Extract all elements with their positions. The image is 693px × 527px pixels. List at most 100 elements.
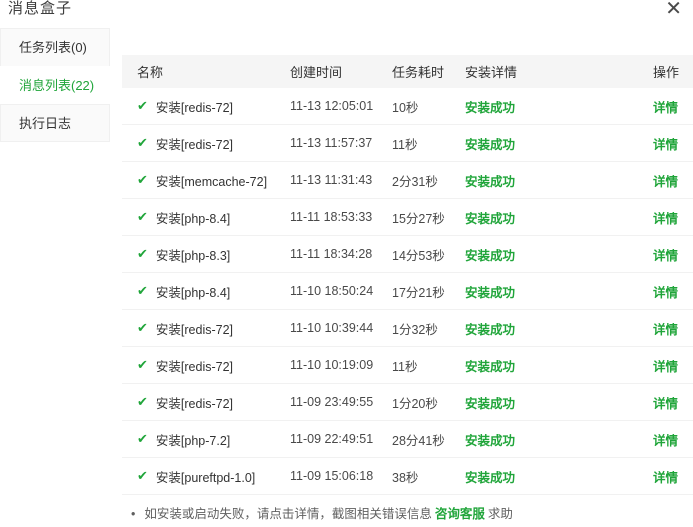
- success-check-icon: ✔: [137, 320, 148, 335]
- success-check-icon: ✔: [137, 357, 148, 372]
- detail-link[interactable]: 详情: [653, 249, 678, 263]
- task-name: 安装[php-7.2]: [155, 433, 231, 448]
- task-name: 安装[redis-72]: [155, 100, 234, 115]
- task-duration: 38秒: [392, 470, 419, 485]
- close-icon[interactable]: ✕: [665, 0, 682, 19]
- created-time: 11-09 23:49:55: [290, 395, 374, 409]
- table-row: ✔ 安装[redis-72] 11-09 23:49:55 1分20秒 安装成功 详情: [122, 384, 693, 421]
- success-check-icon: ✔: [137, 394, 148, 409]
- column-header-created: 创建时间: [290, 65, 343, 80]
- install-status: 安装成功: [465, 174, 516, 189]
- task-duration: 17分21秒: [392, 285, 445, 300]
- sidebar: 任务列表(0) 消息列表(22) 执行日志: [0, 28, 110, 142]
- install-status: 安装成功: [465, 137, 516, 152]
- created-time: 11-09 22:49:51: [290, 432, 374, 446]
- success-check-icon: ✔: [137, 209, 148, 224]
- table-body: ✔ 安装[redis-72] 11-13 12:05:01 10秒 安装成功 详情 ✔ 安装[…: [122, 88, 693, 495]
- action-cell: 详情: [653, 208, 693, 227]
- task-duration: 15分27秒: [392, 211, 445, 226]
- install-status: 安装成功: [465, 285, 516, 300]
- detail-link[interactable]: 详情: [653, 212, 678, 226]
- column-header-action: 操作: [653, 65, 680, 80]
- sidebar-item-message-list[interactable]: 消息列表(22): [0, 66, 110, 104]
- task-duration: 2分31秒: [392, 174, 438, 189]
- action-cell: 详情: [653, 467, 693, 486]
- task-name: 安装[redis-72]: [155, 322, 234, 337]
- install-status: 安装成功: [465, 248, 516, 263]
- table-row: ✔ 安装[pureftpd-1.0] 11-09 15:06:18 38秒 安装成功 详情: [122, 458, 693, 495]
- task-duration: 28分41秒: [392, 433, 445, 448]
- sidebar-item-exec-log[interactable]: 执行日志: [0, 104, 110, 142]
- detail-link[interactable]: 详情: [653, 138, 678, 152]
- column-header-status: 安装详情: [465, 65, 518, 80]
- action-cell: 详情: [653, 356, 693, 375]
- install-status: 安装成功: [465, 100, 516, 115]
- table-row: ✔ 安装[php-8.4] 11-11 18:53:33 15分27秒 安装成功 详情: [122, 199, 693, 236]
- action-cell: 详情: [653, 171, 693, 190]
- table-header: 名称 创建时间 任务耗时 安装详情 操作: [122, 55, 693, 88]
- task-name-cell: ✔ 安装[redis-72]: [137, 393, 290, 412]
- created-time: 11-10 18:50:24: [290, 284, 374, 298]
- detail-link[interactable]: 详情: [653, 175, 678, 189]
- install-status: 安装成功: [465, 322, 516, 337]
- task-name-cell: ✔ 安装[php-7.2]: [137, 430, 290, 449]
- task-name-cell: ✔ 安装[redis-72]: [137, 97, 290, 116]
- install-status: 安装成功: [465, 396, 516, 411]
- detail-link[interactable]: 详情: [653, 101, 678, 115]
- created-time: 11-13 11:57:37: [290, 136, 373, 150]
- task-duration: 14分53秒: [392, 248, 445, 263]
- dialog-title: 消息盒子: [8, 0, 73, 17]
- task-name: 安装[redis-72]: [155, 137, 234, 152]
- created-time: 11-13 11:31:43: [290, 173, 373, 187]
- task-duration: 10秒: [392, 100, 419, 115]
- table-row: ✔ 安装[php-8.4] 11-10 18:50:24 17分21秒 安装成功 详情: [122, 273, 693, 310]
- created-time: 11-11 18:34:28: [290, 247, 373, 261]
- install-status: 安装成功: [465, 433, 516, 448]
- detail-link[interactable]: 详情: [653, 397, 678, 411]
- footnote-text-before: 如安装或启动失败，请点击详情，截图相关错误信息: [144, 507, 432, 521]
- table-row: ✔ 安装[redis-72] 11-13 11:57:37 11秒 安装成功 详情: [122, 125, 693, 162]
- task-duration: 11秒: [392, 359, 418, 374]
- sidebar-item-task-list[interactable]: 任务列表(0): [0, 28, 110, 66]
- task-name: 安装[php-8.3]: [155, 248, 231, 263]
- success-check-icon: ✔: [137, 172, 148, 187]
- detail-link[interactable]: 详情: [653, 360, 678, 374]
- detail-link[interactable]: 详情: [653, 434, 678, 448]
- task-name: 安装[memcache-72]: [155, 174, 268, 189]
- detail-link[interactable]: 详情: [653, 286, 678, 300]
- task-name: 安装[redis-72]: [155, 396, 234, 411]
- footnote: • 如安装或启动失败，请点击详情，截图相关错误信息 咨询客服 求助: [131, 503, 513, 522]
- install-status: 安装成功: [465, 470, 516, 485]
- success-check-icon: ✔: [137, 98, 148, 113]
- success-check-icon: ✔: [137, 468, 148, 483]
- action-cell: 详情: [653, 393, 693, 412]
- install-status: 安装成功: [465, 359, 516, 374]
- task-name-cell: ✔ 安装[redis-72]: [137, 319, 290, 338]
- action-cell: 详情: [653, 319, 693, 338]
- table-row: ✔ 安装[memcache-72] 11-13 11:31:43 2分31秒 安装成功 详…: [122, 162, 693, 199]
- task-name-cell: ✔ 安装[redis-72]: [137, 356, 290, 375]
- table-row: ✔ 安装[redis-72] 11-13 12:05:01 10秒 安装成功 详情: [122, 88, 693, 125]
- footnote-text-after: 求助: [487, 507, 513, 521]
- detail-link[interactable]: 详情: [653, 323, 678, 337]
- table-row: ✔ 安装[php-8.3] 11-11 18:34:28 14分53秒 安装成功 详情: [122, 236, 693, 273]
- task-name-cell: ✔ 安装[memcache-72]: [137, 171, 290, 190]
- task-name-cell: ✔ 安装[php-8.3]: [137, 245, 290, 264]
- install-status: 安装成功: [465, 211, 516, 226]
- action-cell: 详情: [653, 282, 693, 301]
- detail-link[interactable]: 详情: [653, 471, 678, 485]
- table-row: ✔ 安装[redis-72] 11-10 10:39:44 1分32秒 安装成功 详情: [122, 310, 693, 347]
- task-name-cell: ✔ 安装[pureftpd-1.0]: [137, 467, 290, 486]
- task-name-cell: ✔ 安装[redis-72]: [137, 134, 290, 153]
- contact-support-link[interactable]: 咨询客服: [435, 507, 485, 521]
- task-name: 安装[redis-72]: [155, 359, 234, 374]
- table-row: ✔ 安装[redis-72] 11-10 10:19:09 11秒 安装成功 详情: [122, 347, 693, 384]
- task-duration: 11秒: [392, 137, 418, 152]
- column-header-duration: 任务耗时: [392, 65, 445, 80]
- action-cell: 详情: [653, 245, 693, 264]
- created-time: 11-10 10:19:09: [290, 358, 374, 372]
- task-name: 安装[pureftpd-1.0]: [155, 470, 256, 485]
- success-check-icon: ✔: [137, 283, 148, 298]
- table-row: ✔ 安装[php-7.2] 11-09 22:49:51 28分41秒 安装成功 详情: [122, 421, 693, 458]
- created-time: 11-09 15:06:18: [290, 469, 374, 483]
